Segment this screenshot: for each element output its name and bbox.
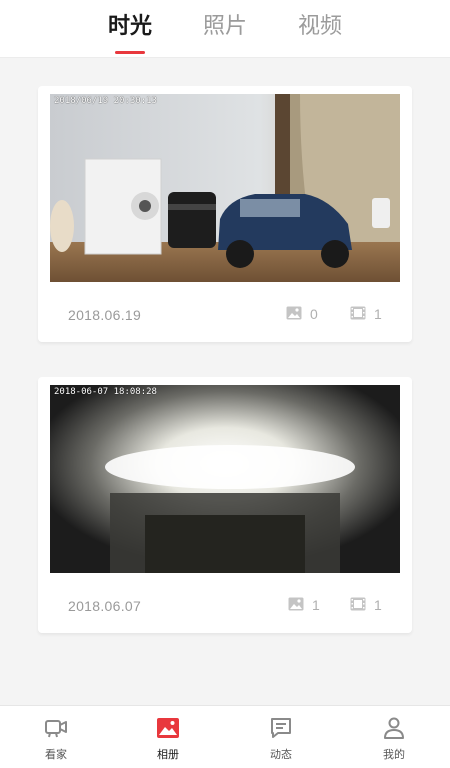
album-icon xyxy=(157,718,179,738)
photo-count-value: 0 xyxy=(310,306,318,322)
video-count-value: 1 xyxy=(374,597,382,613)
film-icon xyxy=(350,306,366,320)
active-tab-indicator xyxy=(115,51,145,54)
nav-item-activity[interactable]: 动态 xyxy=(241,706,321,768)
moment-thumbnail[interactable]: 2018/06/19 20:30:13 xyxy=(50,94,400,282)
video-timestamp-overlay: 2018-06-07 18:08:28 xyxy=(54,387,157,397)
tab-moments[interactable]: 时光 xyxy=(100,12,160,42)
image-icon xyxy=(288,597,304,611)
bottom-navigation: 看家 相册 动态 我的 xyxy=(0,705,450,768)
video-count-value: 1 xyxy=(374,306,382,322)
tab-photos[interactable]: 照片 xyxy=(195,12,255,42)
image-icon xyxy=(286,306,302,320)
video-timestamp-overlay: 2018/06/19 20:30:13 xyxy=(54,96,157,106)
moment-card[interactable]: 2018/06/19 20:30:13 2018.06.19 0 1 xyxy=(38,86,412,342)
message-icon xyxy=(271,718,291,738)
nav-item-me[interactable]: 我的 xyxy=(354,706,434,768)
dark-tunnel-image xyxy=(50,385,400,573)
nav-label: 看家 xyxy=(45,748,67,761)
camera-icon xyxy=(45,720,67,738)
person-icon xyxy=(384,717,404,739)
tab-videos[interactable]: 视频 xyxy=(290,12,350,42)
nav-label: 相册 xyxy=(157,748,179,761)
card-date: 2018.06.07 xyxy=(68,598,142,614)
top-tab-bar: 时光 照片 视频 xyxy=(0,0,450,58)
nav-label: 我的 xyxy=(383,748,405,761)
nav-item-home-watch[interactable]: 看家 xyxy=(16,706,96,768)
nav-label: 动态 xyxy=(270,748,292,761)
photo-count-value: 1 xyxy=(312,597,320,613)
film-icon xyxy=(350,597,366,611)
moment-thumbnail[interactable]: 2018-06-07 18:08:28 xyxy=(50,385,400,573)
room-scene-image xyxy=(50,94,400,282)
moment-card[interactable]: 2018-06-07 18:08:28 2018.06.07 1 1 xyxy=(38,377,412,633)
nav-item-album[interactable]: 相册 xyxy=(128,706,208,768)
card-date: 2018.06.19 xyxy=(68,307,142,323)
